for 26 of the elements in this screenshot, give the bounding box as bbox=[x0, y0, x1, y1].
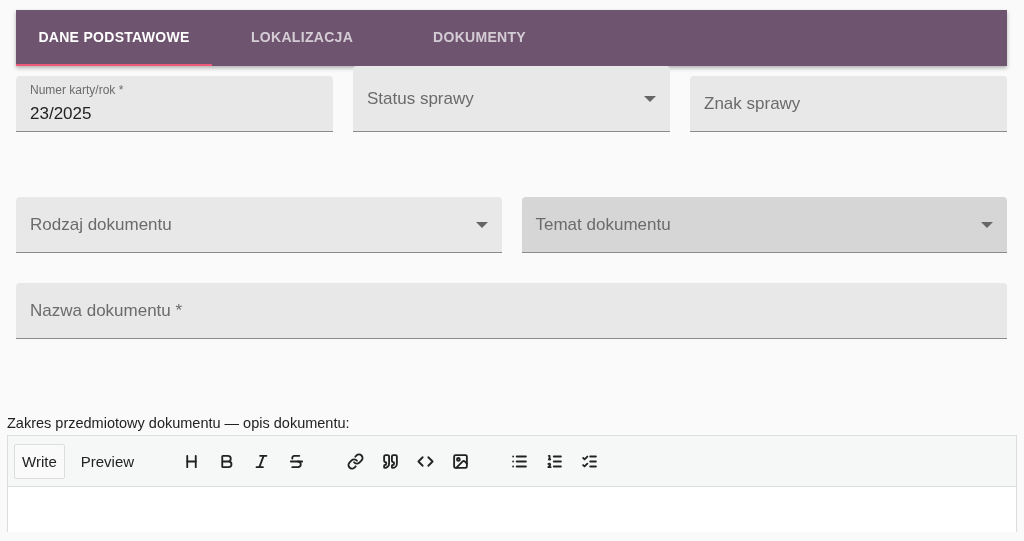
mode-tab[interactable]: Preview bbox=[72, 443, 143, 479]
input-field[interactable]: Numer karty/rok * 23/2025 bbox=[16, 76, 333, 132]
field-label: Temat dokumentu bbox=[535, 214, 672, 235]
input-field[interactable]: Nazwa dokumentu * bbox=[16, 283, 1007, 339]
quote-icon[interactable] bbox=[382, 452, 400, 470]
mode-tab[interactable]: Write bbox=[14, 443, 65, 479]
dropdown-caret-icon bbox=[981, 221, 993, 228]
field-label: Znak sprawy bbox=[704, 93, 802, 114]
field-value: 23/2025 bbox=[30, 104, 92, 124]
dropdown-caret-icon bbox=[475, 221, 488, 228]
strikethrough-icon[interactable] bbox=[288, 452, 306, 470]
dropdown-caret-icon bbox=[644, 95, 656, 102]
tab[interactable]: LOKALIZACJA bbox=[236, 10, 369, 66]
field-label: Rodzaj dokumentu bbox=[30, 214, 173, 235]
input-field[interactable]: Znak sprawy bbox=[690, 76, 1007, 132]
field-label: Numer karty/rok * bbox=[30, 83, 124, 97]
editor-label: Zakres przedmiotowy dokumentu — opis dokumentu: bbox=[7, 415, 350, 431]
link-icon[interactable] bbox=[347, 452, 365, 470]
tab[interactable]: DOKUMENTY bbox=[418, 10, 541, 66]
field-label: Nazwa dokumentu * bbox=[30, 300, 184, 321]
image-icon[interactable] bbox=[452, 452, 470, 470]
select-field[interactable]: Rodzaj dokumentu bbox=[16, 197, 502, 253]
select-field[interactable]: Status sprawy bbox=[353, 66, 670, 132]
numbered-list-icon[interactable] bbox=[546, 452, 564, 470]
tab[interactable]: DANE PODSTAWOWE bbox=[16, 10, 212, 66]
field-label: Status sprawy bbox=[367, 88, 475, 109]
